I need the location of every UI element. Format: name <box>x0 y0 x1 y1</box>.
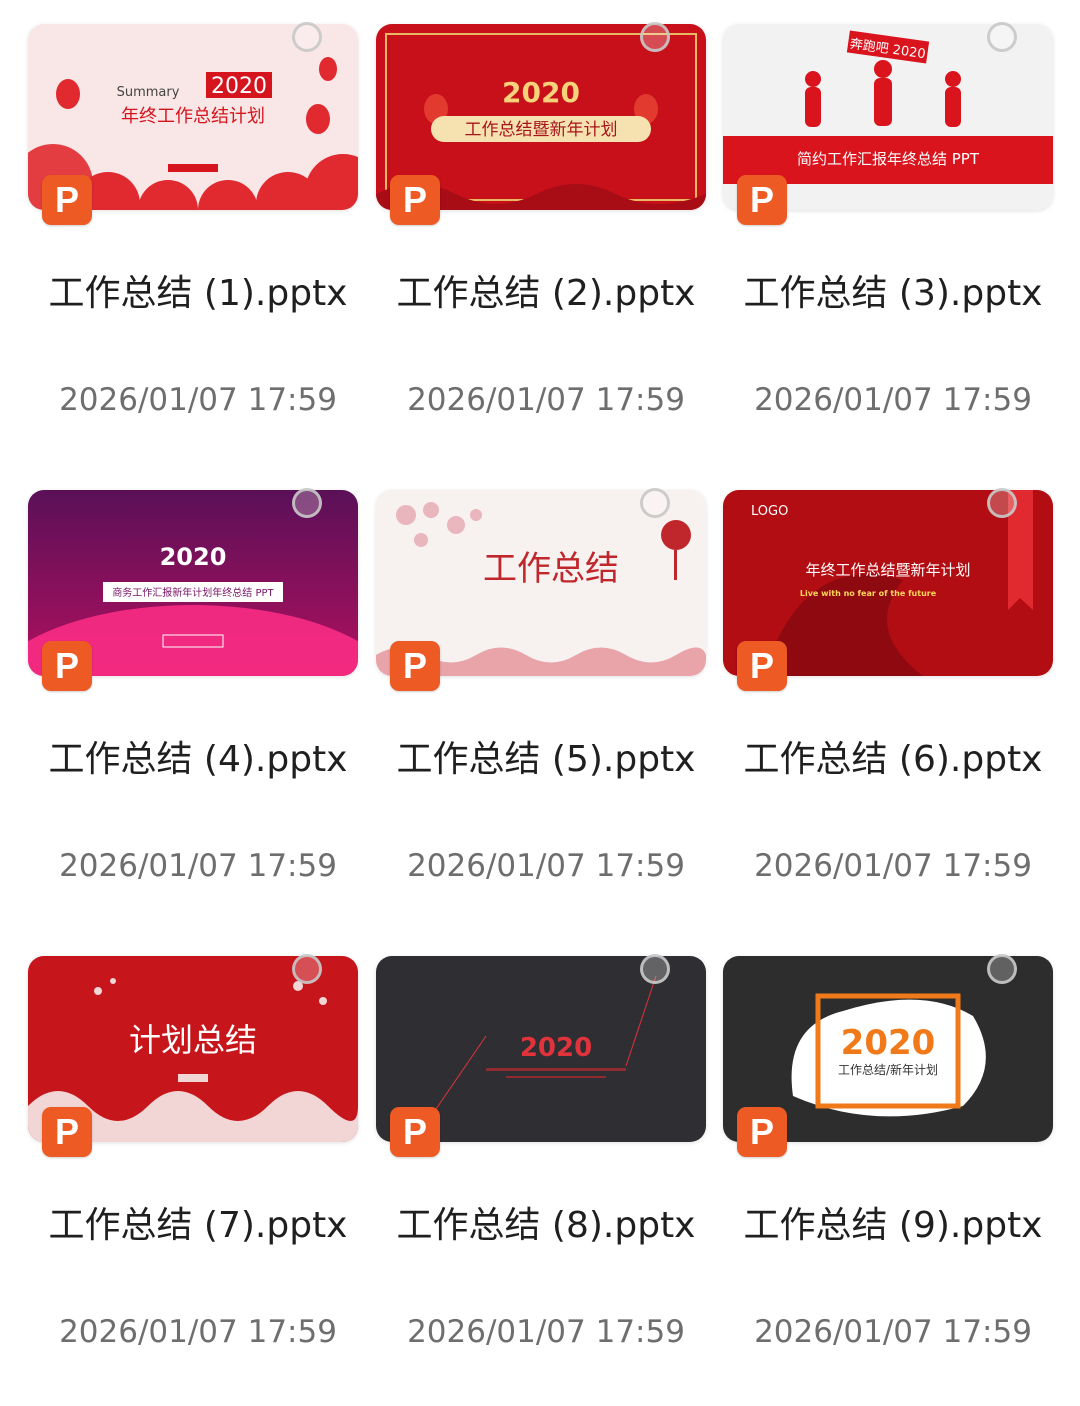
select-checkbox[interactable] <box>987 488 1017 518</box>
file-thumbnail-wrap[interactable]: 2020 P <box>372 932 720 1192</box>
file-date: 2026/01/07 17:59 <box>754 848 1032 884</box>
file-name[interactable]: 工作总结 (1).pptx <box>24 272 372 316</box>
file-card[interactable]: 2020 P 工作总结 (8).pptx 2026/01/07 17:59 <box>372 932 720 1372</box>
slide-title: 计划总结 <box>129 1021 257 1059</box>
slide-title: 商务工作汇报新年计划年终总结 PPT <box>112 586 274 599</box>
file-date: 2026/01/07 17:59 <box>754 1314 1032 1350</box>
file-card[interactable]: 2020 工作总结/新年计划 P 工作总结 (9).pptx 2026/01/0… <box>719 932 1067 1372</box>
file-thumbnail-wrap[interactable]: 2020 商务工作汇报新年计划年终总结 PPT P <box>24 466 372 726</box>
file-grid: 2020 Summary 年终工作总结计划 P 工作总结 (1).pptx 20… <box>0 0 1080 1406</box>
file-name[interactable]: 工作总结 (6).pptx <box>719 738 1067 782</box>
slide-title: 年终工作总结计划 <box>121 106 265 127</box>
file-date: 2026/01/07 17:59 <box>754 382 1032 418</box>
slide-title: 工作总结/新年计划 <box>838 1062 938 1077</box>
ppt-file-icon: P <box>737 1107 787 1157</box>
file-card[interactable]: 计划总结 P 工作总结 (7).pptx 2026/01/07 17:59 <box>24 932 372 1372</box>
slide-title: 年终工作总结暨新年计划 <box>805 561 970 579</box>
file-date: 2026/01/07 17:59 <box>407 848 685 884</box>
select-checkbox[interactable] <box>640 22 670 52</box>
file-thumbnail-wrap[interactable]: 2020 Summary 年终工作总结计划 P <box>24 0 372 260</box>
file-name[interactable]: 工作总结 (5).pptx <box>372 738 720 782</box>
ppt-file-icon: P <box>737 641 787 691</box>
slide-logo: LOGO <box>751 504 788 519</box>
file-card[interactable]: 2020 工作总结暨新年计划 P 工作总结 (2).pptx 2026/01/0… <box>372 0 720 440</box>
slide-year: 2020 <box>160 543 227 571</box>
file-date: 2026/01/07 17:59 <box>59 848 337 884</box>
slide-title: 工作总结 <box>483 549 619 589</box>
select-checkbox[interactable] <box>292 954 322 984</box>
select-checkbox[interactable] <box>640 954 670 984</box>
slide-year: 2020 <box>211 74 267 99</box>
ppt-file-icon: P <box>42 175 92 225</box>
file-thumbnail-wrap[interactable]: LOGO 年终工作总结暨新年计划 Live with no fear of th… <box>719 466 1067 726</box>
file-thumbnail-wrap[interactable]: 2020 工作总结/新年计划 P <box>719 932 1067 1192</box>
file-thumbnail-wrap[interactable]: 工作总结 P <box>372 466 720 726</box>
file-name[interactable]: 工作总结 (8).pptx <box>372 1204 720 1248</box>
slide-title: 工作总结暨新年计划 <box>465 120 618 140</box>
file-thumbnail-wrap[interactable]: 2020 工作总结暨新年计划 P <box>372 0 720 260</box>
file-date: 2026/01/07 17:59 <box>59 1314 337 1350</box>
file-date: 2026/01/07 17:59 <box>407 382 685 418</box>
ppt-file-icon: P <box>42 641 92 691</box>
file-date: 2026/01/07 17:59 <box>59 382 337 418</box>
ppt-file-icon: P <box>42 1107 92 1157</box>
file-card[interactable]: 2020 Summary 年终工作总结计划 P 工作总结 (1).pptx 20… <box>24 0 372 440</box>
file-name[interactable]: 工作总结 (3).pptx <box>719 272 1067 316</box>
file-thumbnail-wrap[interactable]: 计划总结 P <box>24 932 372 1192</box>
select-checkbox[interactable] <box>987 954 1017 984</box>
ppt-file-icon: P <box>390 175 440 225</box>
slide-title: 简约工作汇报年终总结 PPT <box>797 150 980 168</box>
file-name[interactable]: 工作总结 (2).pptx <box>372 272 720 316</box>
file-name[interactable]: 工作总结 (4).pptx <box>24 738 372 782</box>
ppt-file-icon: P <box>390 641 440 691</box>
file-name[interactable]: 工作总结 (7).pptx <box>24 1204 372 1248</box>
ppt-file-icon: P <box>390 1107 440 1157</box>
slide-sub: Summary <box>117 85 180 100</box>
file-card[interactable]: 工作总结 P 工作总结 (5).pptx 2026/01/07 17:59 <box>372 466 720 906</box>
slide-year: 2020 <box>841 1023 936 1063</box>
slide-sub: Live with no fear of the future <box>800 589 937 598</box>
ppt-file-icon: P <box>737 175 787 225</box>
file-name[interactable]: 工作总结 (9).pptx <box>719 1204 1067 1248</box>
select-checkbox[interactable] <box>292 488 322 518</box>
slide-year: 2020 <box>520 1033 592 1063</box>
file-thumbnail-wrap[interactable]: 奔跑吧 2020 简约工作汇报年终总结 PPT P <box>719 0 1067 260</box>
select-checkbox[interactable] <box>987 22 1017 52</box>
slide-year: 2020 <box>502 76 580 109</box>
file-card[interactable]: 2020 商务工作汇报新年计划年终总结 PPT P 工作总结 (4).pptx … <box>24 466 372 906</box>
file-date: 2026/01/07 17:59 <box>407 1314 685 1350</box>
select-checkbox[interactable] <box>292 22 322 52</box>
select-checkbox[interactable] <box>640 488 670 518</box>
file-card[interactable]: 奔跑吧 2020 简约工作汇报年终总结 PPT P 工作总结 (3).pptx … <box>719 0 1067 440</box>
file-card[interactable]: LOGO 年终工作总结暨新年计划 Live with no fear of th… <box>719 466 1067 906</box>
